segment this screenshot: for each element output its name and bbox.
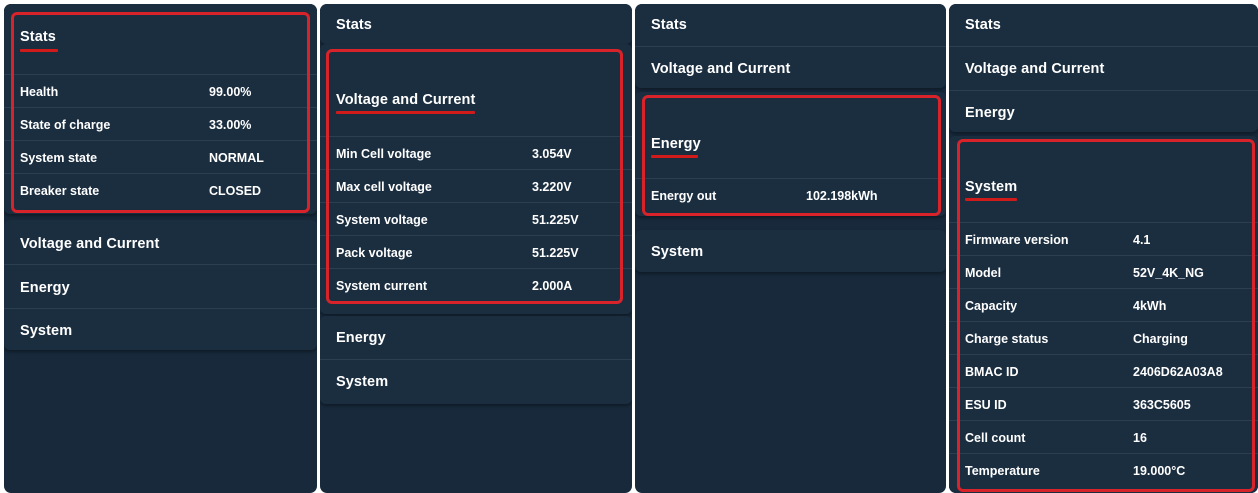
panel-voltage-expanded: Stats Voltage and Current Min Cell volta… — [320, 4, 632, 493]
panel-system-expanded: Stats Voltage and Current Energy System … — [949, 4, 1258, 493]
stats-header[interactable]: Stats — [965, 17, 1001, 33]
energy-section[interactable]: Energy System — [320, 316, 632, 404]
active-underline — [651, 155, 698, 158]
table-row: Energy out 102.198kWh — [635, 178, 946, 212]
row-label: BMAC ID — [965, 365, 1019, 379]
system-header[interactable]: System — [965, 179, 1017, 195]
stats-header[interactable]: Stats — [336, 17, 372, 33]
voltage-header[interactable]: Voltage and Current — [336, 92, 475, 108]
stats-header[interactable]: Stats — [651, 17, 687, 33]
energy-header[interactable]: Energy — [20, 280, 70, 296]
active-underline — [20, 49, 58, 52]
stats-header[interactable]: Stats — [20, 29, 56, 45]
row-value: 102.198kWh — [806, 189, 878, 203]
row-value: 2.000A — [532, 279, 573, 293]
table-row: Pack voltage 51.225V — [320, 235, 632, 269]
stats-section[interactable]: Stats Voltage and Current — [635, 4, 946, 88]
row-value: 4kWh — [1133, 299, 1167, 313]
system-section[interactable]: System — [635, 230, 946, 272]
voltage-row[interactable]: Voltage and Current — [949, 46, 1258, 91]
system-row[interactable]: System — [4, 308, 317, 351]
row-value: 3.220V — [532, 180, 572, 194]
table-row: Health 99.00% — [4, 74, 317, 108]
energy-row[interactable]: Energy — [949, 90, 1258, 133]
system-header[interactable]: System — [651, 244, 703, 260]
table-row: Temperature 19.000°C — [949, 453, 1258, 487]
energy-row[interactable]: Energy — [4, 264, 317, 309]
row-value: 51.225V — [532, 246, 579, 260]
row-value: NORMAL — [209, 151, 264, 165]
stats-section[interactable]: Stats — [320, 4, 632, 44]
energy-section: Energy Energy out 102.198kWh — [635, 92, 946, 216]
row-value: 51.225V — [532, 213, 579, 227]
system-header[interactable]: System — [20, 323, 72, 339]
panel-energy-expanded: Stats Voltage and Current Energy Energy … — [635, 4, 946, 493]
table-row: Min Cell voltage 3.054V — [320, 136, 632, 170]
table-row: Max cell voltage 3.220V — [320, 169, 632, 203]
voltage-header[interactable]: Voltage and Current — [651, 61, 790, 77]
row-value: 52V_4K_NG — [1133, 266, 1204, 280]
system-header[interactable]: System — [336, 374, 388, 390]
active-underline — [336, 111, 475, 114]
table-row: System current 2.000A — [320, 268, 632, 302]
row-label: Min Cell voltage — [336, 147, 432, 161]
energy-header[interactable]: Energy — [336, 330, 386, 346]
voltage-header[interactable]: Voltage and Current — [20, 236, 159, 252]
voltage-section: Voltage and Current Min Cell voltage 3.0… — [320, 44, 632, 314]
energy-header[interactable]: Energy — [651, 136, 701, 152]
system-section: System Firmware version 4.1 Model 52V_4K… — [949, 136, 1258, 493]
table-row: Cell count 16 — [949, 420, 1258, 454]
row-label: State of charge — [20, 118, 111, 132]
table-row: System voltage 51.225V — [320, 202, 632, 236]
table-row: BMAC ID 2406D62A03A8 — [949, 354, 1258, 388]
table-row: Firmware version 4.1 — [949, 222, 1258, 256]
row-label: Health — [20, 85, 59, 99]
row-label: Temperature — [965, 464, 1040, 478]
row-value: 19.000°C — [1133, 464, 1186, 478]
voltage-header[interactable]: Voltage and Current — [965, 61, 1104, 77]
table-row: State of charge 33.00% — [4, 107, 317, 141]
row-label: Breaker state — [20, 184, 100, 198]
active-underline — [965, 198, 1017, 201]
row-value: 99.00% — [209, 85, 252, 99]
table-row: Model 52V_4K_NG — [949, 255, 1258, 289]
stats-section: Stats Health 99.00% State of charge 33.0… — [4, 4, 317, 214]
panel-stats-expanded: Stats Health 99.00% State of charge 33.0… — [4, 4, 317, 493]
row-label: Max cell voltage — [336, 180, 432, 194]
table-row: Charge status Charging — [949, 321, 1258, 355]
row-label: System state — [20, 151, 98, 165]
system-row[interactable]: System — [320, 359, 632, 405]
row-label: Charge status — [965, 332, 1049, 346]
row-value: 363C5605 — [1133, 398, 1191, 412]
row-label: System current — [336, 279, 428, 293]
row-label: System voltage — [336, 213, 428, 227]
table-row: Breaker state CLOSED — [4, 173, 317, 207]
row-label: Pack voltage — [336, 246, 413, 260]
row-value: 2406D62A03A8 — [1133, 365, 1223, 379]
row-label: Firmware version — [965, 233, 1069, 247]
row-label: ESU ID — [965, 398, 1007, 412]
row-label: Energy out — [651, 189, 717, 203]
table-row: Capacity 4kWh — [949, 288, 1258, 322]
row-label: Capacity — [965, 299, 1018, 313]
row-value: Charging — [1133, 332, 1188, 346]
voltage-section[interactable]: Voltage and Current Energy System — [4, 220, 317, 350]
table-row: System state NORMAL — [4, 140, 317, 174]
row-value: 33.00% — [209, 118, 252, 132]
row-value: 16 — [1133, 431, 1147, 445]
row-label: Cell count — [965, 431, 1026, 445]
stats-section[interactable]: Stats Voltage and Current Energy — [949, 4, 1258, 132]
voltage-row[interactable]: Voltage and Current — [635, 46, 946, 89]
table-row: ESU ID 363C5605 — [949, 387, 1258, 421]
row-value: 4.1 — [1133, 233, 1151, 247]
energy-header[interactable]: Energy — [965, 105, 1015, 121]
row-value: CLOSED — [209, 184, 262, 198]
row-label: Model — [965, 266, 1002, 280]
row-value: 3.054V — [532, 147, 572, 161]
